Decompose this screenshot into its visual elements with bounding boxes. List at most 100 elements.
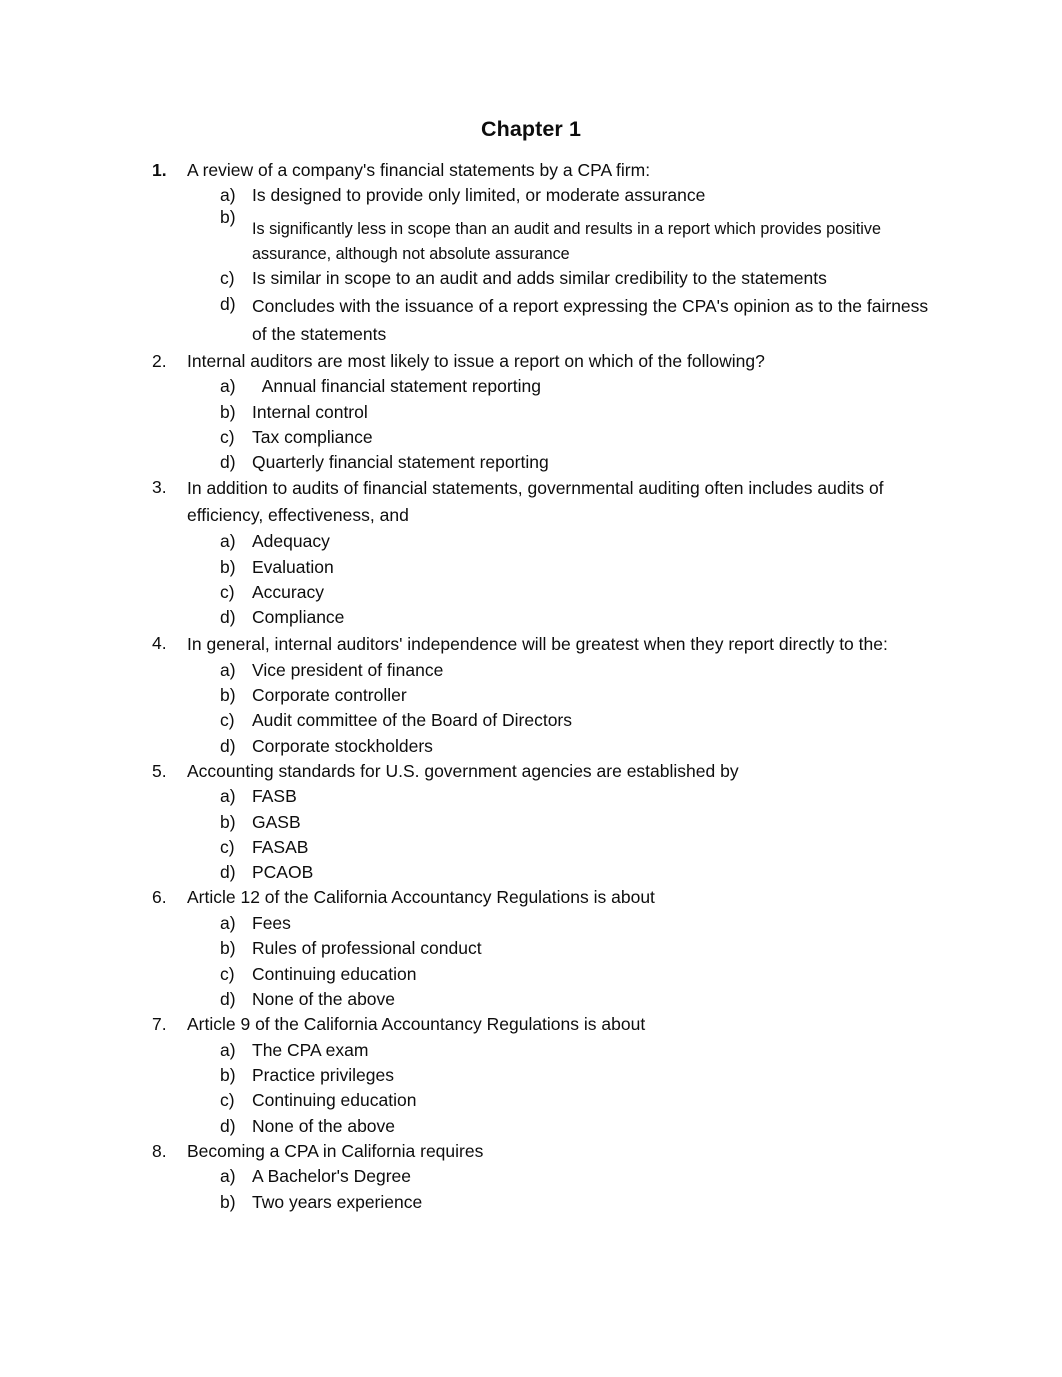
question-stem-row: 6. Article 12 of the California Accounta… [0, 885, 1062, 911]
question-stem-row: 7. Article 9 of the California Accountan… [0, 1012, 1062, 1038]
option-item[interactable]: c) Continuing education [0, 962, 1062, 987]
option-list: a) FASB b) GASB c) FASAB d) PCAOB [0, 784, 1062, 885]
option-letter: a) [220, 786, 236, 807]
option-letter: d) [220, 862, 236, 883]
option-item[interactable]: b) Corporate controller [0, 683, 1062, 708]
question-stem-row: 3. In addition to audits of financial st… [0, 475, 1062, 529]
option-text: Continuing education [252, 1090, 417, 1111]
option-item[interactable]: a) Is designed to provide only limited, … [0, 183, 1062, 208]
option-text: Tax compliance [252, 426, 373, 447]
question-stem-row: 8. Becoming a CPA in California requires [0, 1139, 1062, 1165]
option-letter: a) [220, 376, 236, 397]
option-text: Is significantly less in scope than an a… [252, 220, 886, 263]
option-letter: d) [220, 735, 236, 756]
question-stem-row: 1. A review of a company's financial sta… [0, 158, 1062, 184]
option-list: a) Annual financial statement reporting … [0, 374, 1062, 475]
question-text: In addition to audits of financial state… [187, 478, 884, 526]
option-text: A Bachelor's Degree [252, 1166, 411, 1187]
option-item[interactable]: b) Is significantly less in scope than a… [0, 208, 1062, 266]
option-item[interactable]: a) Vice president of finance [0, 658, 1062, 683]
option-item[interactable]: d) Corporate stockholders [0, 734, 1062, 759]
option-letter: a) [220, 912, 236, 933]
option-letter: c) [220, 268, 235, 289]
option-letter: b) [220, 1191, 236, 1212]
option-item[interactable]: c) Tax compliance [0, 425, 1062, 450]
option-item[interactable]: b) Two years experience [0, 1190, 1062, 1215]
question-text: Article 9 of the California Accountancy … [187, 1014, 646, 1035]
option-text: Continuing education [252, 963, 417, 984]
option-letter: a) [220, 185, 236, 206]
option-letter: c) [220, 710, 235, 731]
question-number: 3. [152, 477, 167, 498]
option-item[interactable]: c) Is similar in scope to an audit and a… [0, 266, 1062, 291]
option-text: Vice president of finance [252, 659, 444, 680]
option-text: Adequacy [252, 531, 330, 552]
option-letter: c) [220, 963, 235, 984]
option-letter: d) [220, 988, 236, 1009]
question-text: A review of a company's financial statem… [187, 159, 651, 180]
option-item[interactable]: a) Adequacy [0, 529, 1062, 554]
option-text: Corporate stockholders [252, 735, 433, 756]
option-letter: b) [220, 684, 236, 705]
option-letter: c) [220, 426, 235, 447]
option-item[interactable]: c) FASAB [0, 835, 1062, 860]
option-item[interactable]: a) The CPA exam [0, 1038, 1062, 1063]
option-item[interactable]: b) Practice privileges [0, 1063, 1062, 1088]
question-stem-row: 4. In general, internal auditors' indepe… [0, 631, 1062, 658]
option-text: Is designed to provide only limited, or … [252, 185, 706, 206]
option-item[interactable]: c) Continuing education [0, 1088, 1062, 1113]
option-item[interactable]: d) PCAOB [0, 860, 1062, 885]
option-text: Evaluation [252, 556, 334, 577]
option-letter: b) [220, 401, 236, 422]
option-list: a) Is designed to provide only limited, … [0, 183, 1062, 349]
option-item[interactable]: a) Annual financial statement reporting [0, 374, 1062, 399]
option-text: Fees [252, 912, 291, 933]
option-letter: d) [220, 293, 236, 314]
option-text: Concludes with the issuance of a report … [252, 295, 934, 345]
option-item[interactable]: d) Compliance [0, 605, 1062, 630]
option-letter: a) [220, 531, 236, 552]
option-item[interactable]: d) None of the above [0, 987, 1062, 1012]
option-text: None of the above [252, 988, 396, 1009]
option-item[interactable]: a) FASB [0, 784, 1062, 809]
question-stem-row: 5. Accounting standards for U.S. governm… [0, 759, 1062, 785]
option-item[interactable]: d) Concludes with the issuance of a repo… [0, 292, 1062, 349]
question-text: Accounting standards for U.S. government… [187, 760, 739, 781]
option-letter: d) [220, 452, 236, 473]
question-item: 7. Article 9 of the California Accountan… [0, 1012, 1062, 1139]
option-item[interactable]: d) Quarterly financial statement reporti… [0, 450, 1062, 475]
option-text: GASB [252, 811, 301, 832]
option-item[interactable]: d) None of the above [0, 1114, 1062, 1139]
question-text: Article 12 of the California Accountancy… [187, 887, 655, 908]
question-item: 4. In general, internal auditors' indepe… [0, 631, 1062, 759]
question-number: 7. [152, 1014, 167, 1035]
option-text: Accuracy [252, 582, 324, 603]
option-item[interactable]: a) A Bachelor's Degree [0, 1164, 1062, 1189]
question-number: 8. [152, 1140, 167, 1161]
option-letter: b) [220, 207, 236, 228]
option-text: Is similar in scope to an audit and adds… [252, 268, 827, 289]
option-letter: b) [220, 938, 236, 959]
document-page: Chapter 1 1. A review of a company's fin… [0, 0, 1062, 1377]
option-text: None of the above [252, 1115, 396, 1136]
option-item[interactable]: b) Rules of professional conduct [0, 936, 1062, 961]
option-text: Quarterly financial statement reporting [252, 452, 549, 473]
option-item[interactable]: c) Audit committee of the Board of Direc… [0, 708, 1062, 733]
option-letter: a) [220, 1166, 236, 1187]
option-text: Internal control [252, 401, 368, 422]
option-text: Compliance [252, 607, 345, 628]
option-list: a) A Bachelor's Degree b) Two years expe… [0, 1164, 1062, 1215]
option-list: a) Adequacy b) Evaluation c) Accuracy d)… [0, 529, 1062, 630]
question-item: 3. In addition to audits of financial st… [0, 475, 1062, 630]
option-item[interactable]: c) Accuracy [0, 580, 1062, 605]
question-number: 4. [152, 632, 167, 653]
question-number: 6. [152, 887, 167, 908]
option-text: Two years experience [252, 1191, 423, 1212]
option-item[interactable]: b) Evaluation [0, 555, 1062, 580]
question-item: 5. Accounting standards for U.S. governm… [0, 759, 1062, 886]
option-item[interactable]: b) Internal control [0, 400, 1062, 425]
option-item[interactable]: b) GASB [0, 810, 1062, 835]
option-list: a) The CPA exam b) Practice privileges c… [0, 1038, 1062, 1139]
option-list: a) Fees b) Rules of professional conduct… [0, 911, 1062, 1012]
option-item[interactable]: a) Fees [0, 911, 1062, 936]
